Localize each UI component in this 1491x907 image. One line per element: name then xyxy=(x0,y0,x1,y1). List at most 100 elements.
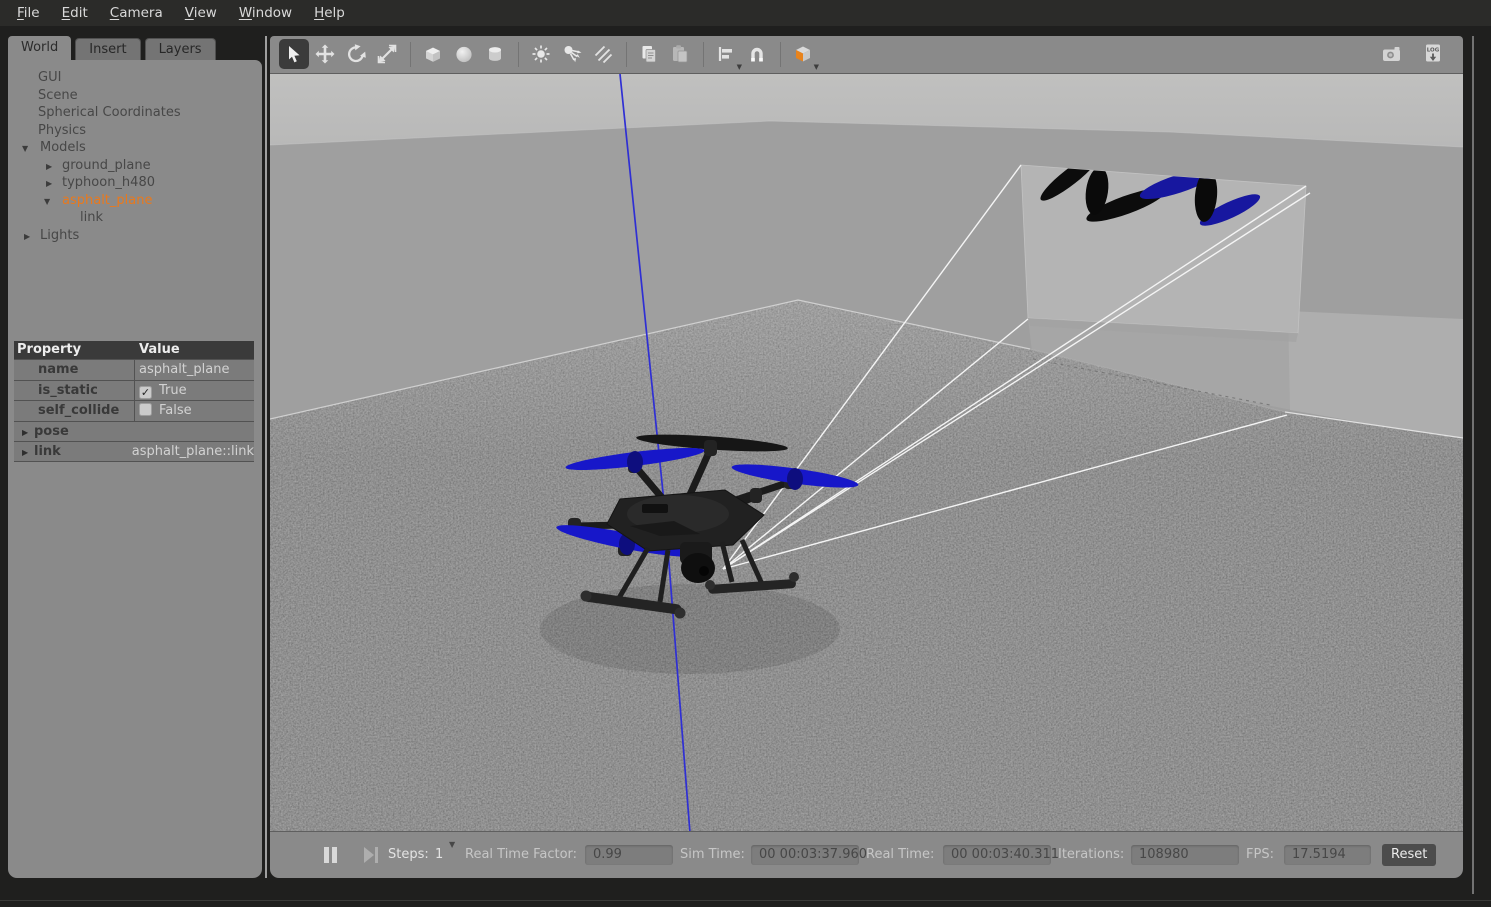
reset-button[interactable]: Reset xyxy=(1382,844,1436,866)
tree-item-asphalt-plane[interactable]: asphalt_plane xyxy=(8,192,262,210)
tree-item-physics[interactable]: Physics xyxy=(8,122,262,140)
panel-tabbar: World Insert Layers xyxy=(8,36,262,60)
rtf-label: Real Time Factor: xyxy=(465,845,577,865)
rotate-tool-button[interactable] xyxy=(341,39,371,69)
point-light-tool-button[interactable] xyxy=(526,39,556,69)
rotate-icon xyxy=(345,43,367,65)
view-angle-tool-button[interactable]: ▼ xyxy=(788,39,818,69)
drone-gimbal-camera xyxy=(680,542,715,583)
select-tool-button[interactable] xyxy=(279,39,309,69)
directional-light-tool-button[interactable] xyxy=(588,39,618,69)
property-row-is-static[interactable]: is_static True xyxy=(14,380,254,401)
expander-closed-icon[interactable] xyxy=(22,443,28,463)
dropdown-caret-icon: ▼ xyxy=(814,63,819,71)
align-icon xyxy=(715,43,737,65)
view-angle-cube-icon xyxy=(791,42,815,66)
menu-edit[interactable]: Edit xyxy=(51,1,99,25)
property-row-self-collide[interactable]: self_collide False xyxy=(14,400,254,421)
sphere-icon xyxy=(453,43,475,65)
menu-file[interactable]: File xyxy=(6,1,51,25)
window-bottom-border xyxy=(0,900,1491,901)
tree-item-spherical-coordinates[interactable]: Spherical Coordinates xyxy=(8,104,262,122)
box-icon xyxy=(422,43,444,65)
toolbar-separator xyxy=(626,42,627,67)
cylinder-icon xyxy=(484,43,506,65)
world-panel: World Insert Layers GUI Scene Spherical … xyxy=(8,36,262,878)
value-column-header: Value xyxy=(135,341,254,359)
snap-tool-button[interactable] xyxy=(742,39,772,69)
copy-tool-button[interactable] xyxy=(634,39,664,69)
log-record-icon: LOG xyxy=(1422,42,1444,66)
window-resize-edge[interactable] xyxy=(1472,36,1474,894)
tab-insert[interactable]: Insert xyxy=(75,38,140,60)
steps-dropdown-caret-icon[interactable]: ▼ xyxy=(449,840,455,849)
world-tree: GUI Scene Spherical Coordinates Physics … xyxy=(8,69,262,244)
step-button[interactable] xyxy=(362,846,380,866)
render-viewport-3d[interactable] xyxy=(270,73,1463,832)
real-time-label: Real Time: xyxy=(866,845,934,865)
paste-tool-button[interactable] xyxy=(665,39,695,69)
copy-icon xyxy=(638,43,660,65)
log-record-button[interactable]: LOG xyxy=(1418,39,1448,69)
cylinder-tool-button[interactable] xyxy=(480,39,510,69)
translate-icon xyxy=(314,43,336,65)
iterations-field: 108980 xyxy=(1131,845,1239,865)
world-panel-body: GUI Scene Spherical Coordinates Physics … xyxy=(8,60,262,878)
screenshot-button[interactable] xyxy=(1377,39,1407,69)
toolbar-separator xyxy=(780,42,781,67)
tree-item-link[interactable]: link xyxy=(8,209,262,227)
render-toolbar: ▼ ▼ xyxy=(270,36,1463,72)
expander-open-icon[interactable] xyxy=(44,193,50,211)
expander-closed-icon[interactable] xyxy=(22,423,28,443)
tree-item-models[interactable]: Models xyxy=(8,139,262,157)
steps-value[interactable]: 1 xyxy=(435,845,443,865)
expander-closed-icon[interactable] xyxy=(46,175,52,193)
spot-light-icon xyxy=(561,43,583,65)
fps-field: 17.5194 xyxy=(1284,845,1371,865)
directional-light-icon xyxy=(592,43,614,65)
expander-closed-icon[interactable] xyxy=(46,158,52,176)
tab-layers[interactable]: Layers xyxy=(145,38,216,60)
menu-window[interactable]: Window xyxy=(228,1,303,25)
rtf-field: 0.99 xyxy=(585,845,673,865)
property-row-name[interactable]: name asphalt_plane xyxy=(14,359,254,380)
iterations-label: Iterations: xyxy=(1058,845,1124,865)
camera-icon xyxy=(1380,43,1404,65)
tree-item-lights[interactable]: Lights xyxy=(8,227,262,245)
pause-button[interactable] xyxy=(322,846,340,866)
property-row-link[interactable]: link asphalt_plane::link xyxy=(14,441,254,462)
menu-view[interactable]: View xyxy=(174,1,228,25)
property-column-header: Property xyxy=(14,341,135,359)
translate-tool-button[interactable] xyxy=(310,39,340,69)
tree-item-ground-plane[interactable]: ground_plane xyxy=(8,157,262,175)
align-tool-button[interactable]: ▼ xyxy=(711,39,741,69)
sphere-tool-button[interactable] xyxy=(449,39,479,69)
box-tool-button[interactable] xyxy=(418,39,448,69)
spot-light-tool-button[interactable] xyxy=(557,39,587,69)
tree-item-scene[interactable]: Scene xyxy=(8,87,262,105)
is-static-checkbox[interactable] xyxy=(139,386,152,399)
property-table: Property Value name asphalt_plane is_sta… xyxy=(14,341,254,462)
expander-closed-icon[interactable] xyxy=(24,228,30,246)
menubar: File Edit Camera View Window Help xyxy=(0,0,1491,26)
tree-item-gui[interactable]: GUI xyxy=(8,69,262,87)
sim-time-label: Sim Time: xyxy=(680,845,745,865)
panel-splitter[interactable] xyxy=(265,36,267,878)
select-arrow-icon xyxy=(283,43,305,65)
self-collide-checkbox[interactable] xyxy=(139,403,152,416)
property-table-header: Property Value xyxy=(14,341,254,359)
toolbar-right-group: LOG xyxy=(1377,39,1449,69)
property-row-pose[interactable]: pose xyxy=(14,421,254,442)
expander-open-icon[interactable] xyxy=(22,140,28,158)
point-light-icon xyxy=(530,43,552,65)
fps-label: FPS: xyxy=(1246,845,1274,865)
tab-world[interactable]: World xyxy=(8,36,71,60)
snap-magnet-icon xyxy=(746,43,768,65)
sim-time-field: 00 00:03:37.960 xyxy=(751,845,859,865)
scale-tool-button[interactable] xyxy=(372,39,402,69)
tree-item-typhoon-h480[interactable]: typhoon_h480 xyxy=(8,174,262,192)
scene-canvas xyxy=(270,74,1463,832)
menu-help[interactable]: Help xyxy=(303,1,356,25)
menu-camera[interactable]: Camera xyxy=(99,1,174,25)
toolbar-separator xyxy=(518,42,519,67)
